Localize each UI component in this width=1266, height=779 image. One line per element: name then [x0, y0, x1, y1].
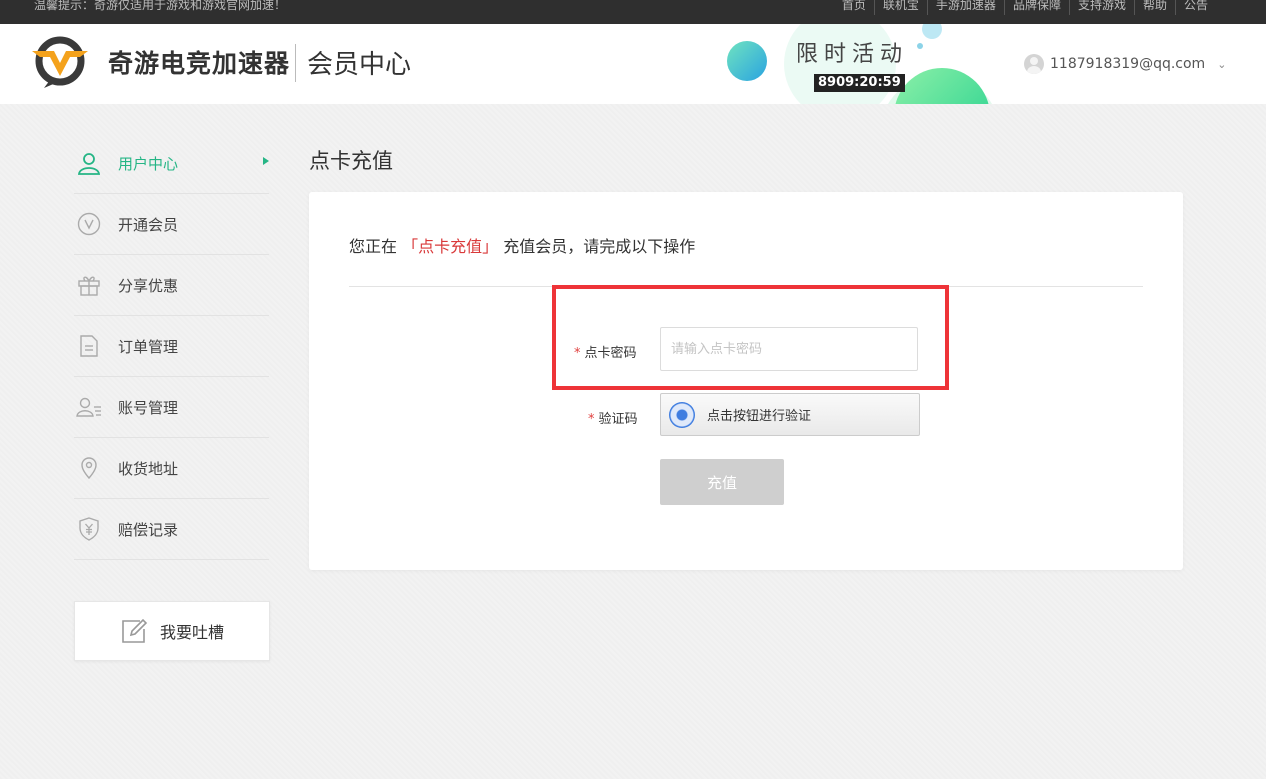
promo-countdown: 8909:20:59: [814, 74, 905, 92]
user-email: 1187918319@qq.com: [1050, 56, 1206, 72]
active-arrow-icon: [263, 157, 269, 165]
promo-title[interactable]: 限时活动: [796, 36, 908, 68]
top-link-mobile-accelerator[interactable]: 手游加速器: [926, 0, 1004, 15]
sidebar: 用户中心 开通会员 分享优惠 订单管理 账号管理 收货地址 赔偿记录: [74, 133, 269, 560]
sidebar-item-label: 分享优惠: [118, 276, 179, 295]
recharge-submit-button[interactable]: 充值: [660, 459, 784, 505]
sidebar-item-label: 用户中心: [118, 154, 179, 173]
sidebar-item-label: 订单管理: [118, 337, 179, 356]
section-title: 会员中心: [307, 50, 412, 80]
feedback-label: 我要吐槽: [159, 623, 224, 642]
sidebar-item-label: 赔偿记录: [118, 520, 179, 539]
intro-highlight: 「点卡充值」: [402, 237, 499, 256]
top-link-lianjibao[interactable]: 联机宝: [873, 0, 927, 15]
user-icon: [76, 150, 102, 176]
intro-suffix: 充值会员，请完成以下操作: [503, 237, 696, 256]
captcha-radar-icon: [669, 401, 695, 428]
sidebar-item-orders[interactable]: 订单管理: [74, 316, 269, 377]
divider: [349, 286, 1143, 287]
location-icon: [76, 455, 102, 481]
document-icon: [76, 333, 102, 359]
top-link-supported-games[interactable]: 支持游戏: [1068, 0, 1134, 15]
card-password-label: * 点卡密码: [574, 346, 637, 361]
notice-text: 温馨提示：奇游仅适用于游戏和游戏官网加速！: [34, 0, 287, 12]
captcha-verify-button[interactable]: 点击按钮进行验证: [660, 393, 920, 436]
sidebar-item-open-vip[interactable]: 开通会员: [74, 194, 269, 255]
top-link-home[interactable]: 首页: [834, 0, 874, 15]
top-link-announcement[interactable]: 公告: [1174, 0, 1216, 15]
sidebar-item-compensation[interactable]: 赔偿记录: [74, 499, 269, 560]
brand-divider: [295, 44, 296, 82]
sidebar-item-user-center[interactable]: 用户中心: [74, 133, 269, 194]
top-link-brand-guarantee[interactable]: 品牌保障: [1003, 0, 1069, 15]
edit-icon: [122, 618, 148, 643]
sidebar-item-label: 账号管理: [118, 398, 179, 417]
account-list-icon: [76, 394, 102, 420]
captcha-button-label: 点击按钮进行验证: [707, 409, 812, 424]
top-notice-bar: 温馨提示：奇游仅适用于游戏和游戏官网加速！ 首页 联机宝 手游加速器 品牌保障 …: [0, 0, 1266, 24]
gift-icon: [76, 272, 102, 298]
top-nav-links: 首页 联机宝 手游加速器 品牌保障 支持游戏 帮助 公告: [834, 0, 1216, 15]
brand-name: 奇游电竞加速器: [108, 49, 291, 78]
header: 奇游电竞加速器 会员中心 限时活动 8909:20:59 1187918319@…: [0, 24, 1266, 104]
intro-prefix: 您正在: [349, 237, 398, 256]
sidebar-item-account[interactable]: 账号管理: [74, 377, 269, 438]
sidebar-item-share-discount[interactable]: 分享优惠: [74, 255, 269, 316]
brand-logo-icon[interactable]: [32, 36, 88, 88]
top-link-help[interactable]: 帮助: [1133, 0, 1175, 15]
sidebar-item-label: 开通会员: [118, 215, 179, 234]
shield-yen-icon: [76, 516, 102, 542]
sidebar-item-label: 收货地址: [118, 459, 179, 478]
card-password-input[interactable]: [660, 327, 918, 371]
required-mark: *: [588, 412, 595, 427]
captcha-label: * 验证码: [588, 412, 638, 427]
chevron-down-icon: ⌄: [1217, 57, 1227, 71]
avatar: [1024, 54, 1044, 74]
sidebar-item-address[interactable]: 收货地址: [74, 438, 269, 499]
required-mark: *: [574, 346, 581, 361]
page-title: 点卡充值: [309, 149, 393, 173]
feedback-button[interactable]: 我要吐槽: [74, 601, 270, 661]
vip-icon: [76, 211, 102, 237]
intro-text: 您正在 「点卡充值」 充值会员，请完成以下操作: [349, 233, 695, 257]
recharge-card: 您正在 「点卡充值」 充值会员，请完成以下操作 *点卡密码 *验证码 点击按钮进…: [309, 192, 1183, 570]
user-menu[interactable]: 1187918319@qq.com ⌄: [1024, 54, 1226, 74]
